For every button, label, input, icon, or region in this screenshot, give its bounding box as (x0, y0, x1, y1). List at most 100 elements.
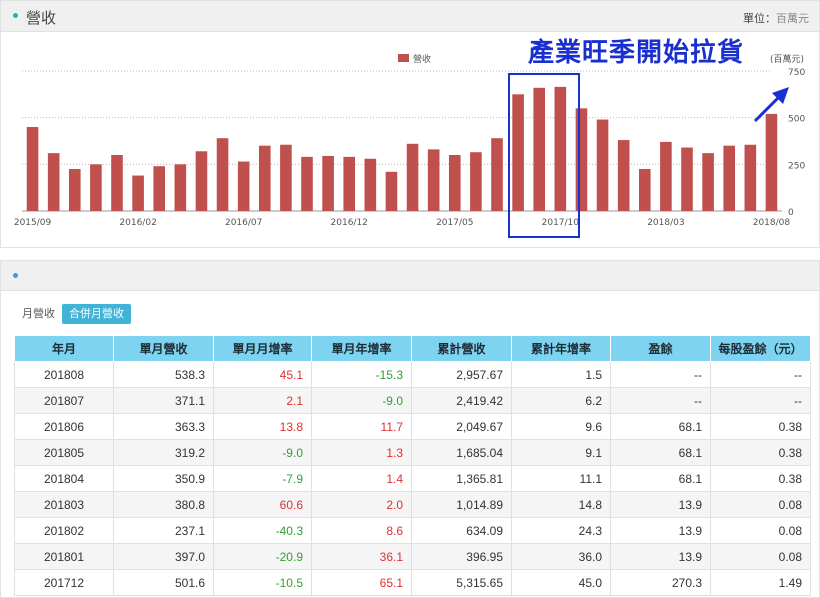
bar (765, 113, 778, 211)
table-row: 201712 501.6 -10.5 65.1 5,315.65 45.0 270.3 1.4… (14, 569, 811, 596)
bar (280, 144, 292, 211)
table-cell: 13.8 (213, 413, 312, 440)
table-cell: 201806 (14, 413, 114, 440)
bar (660, 141, 672, 211)
table-row: 201804 350.9 -7.9 1.4 1,365.81 11.1 68.1 0.38 (14, 465, 811, 492)
bar (322, 155, 334, 211)
bar (638, 169, 651, 211)
bar (448, 155, 461, 211)
table-cell: 201808 (14, 361, 114, 388)
bar (216, 138, 229, 211)
table-cell: 2,049.67 (411, 413, 512, 440)
annotation-text: 產業旺季開始拉貨 (528, 38, 745, 68)
table-cell: 397.0 (113, 543, 214, 570)
table-cell: 350.9 (113, 465, 214, 492)
table-cell: 9.1 (511, 439, 611, 466)
bar (491, 138, 503, 211)
bar (427, 149, 440, 211)
table-cell: -- (710, 387, 811, 414)
bar (301, 156, 313, 211)
bar (132, 175, 144, 211)
x-tick-label: 2017/10 (542, 218, 580, 228)
table-cell: 9.6 (511, 413, 611, 440)
table-cell: 13.9 (610, 491, 711, 518)
y-tick-label: 500 (788, 115, 805, 125)
table-cell: 0.08 (710, 491, 811, 518)
x-tick-label: 2018/08 (753, 218, 791, 228)
table-row: 201803 380.8 60.6 2.0 1,014.89 14.8 13.9 0.08 (14, 491, 811, 518)
table-cell: 2.1 (213, 387, 312, 414)
x-tick-label: 2017/05 (436, 218, 473, 228)
table-cell: 201805 (14, 439, 114, 466)
column-header[interactable]: 單月月增率 (213, 335, 312, 362)
table-cell: 45.0 (511, 569, 611, 596)
table-cell: 60.6 (213, 491, 312, 518)
table-cell: 396.95 (411, 543, 512, 570)
table-cell: 2,957.67 (411, 361, 512, 388)
list-panel-header (1, 261, 819, 291)
table-cell: 0.38 (710, 439, 811, 466)
bar (364, 158, 377, 211)
table-cell: 11.7 (311, 413, 412, 440)
bar (533, 87, 546, 211)
table-cell: 68.1 (610, 465, 711, 492)
bar (554, 86, 567, 211)
table-cell: -20.9 (213, 543, 312, 570)
table-cell: 24.3 (511, 517, 611, 544)
table-cell: 201803 (14, 491, 114, 518)
y-tick-label: 0 (788, 208, 794, 218)
bar (596, 119, 609, 211)
bar (90, 164, 102, 211)
table-cell: -- (710, 361, 811, 388)
x-tick-label: 2016/12 (331, 218, 368, 228)
column-header[interactable]: 單月年增率 (311, 335, 412, 362)
table-cell: 2.0 (311, 491, 412, 518)
column-header[interactable]: 盈餘 (610, 335, 711, 362)
table-cell: 538.3 (113, 361, 214, 388)
table-cell: -- (610, 387, 711, 414)
column-header[interactable]: 累計年增率 (511, 335, 611, 362)
table-cell: 1.49 (710, 569, 811, 596)
column-header[interactable]: 每股盈餘（元） (710, 335, 811, 362)
y-axis-label: (百萬元) (770, 53, 804, 65)
bar (174, 164, 187, 211)
bar (681, 147, 693, 211)
table-cell: -- (610, 361, 711, 388)
bullet-dot-icon (13, 273, 18, 278)
legend-label: 營收 (413, 53, 431, 65)
table-row: 201802 237.1 -40.3 8.6 634.09 24.3 13.9 0.08 (14, 517, 811, 544)
table-cell: 68.1 (610, 413, 711, 440)
bar (26, 127, 39, 211)
table-row: 201801 397.0 -20.9 36.1 396.95 36.0 13.9 0.08 (14, 543, 811, 570)
table-row: 201805 319.2 -9.0 1.3 1,685.04 9.1 68.1 0.38 (14, 439, 811, 466)
column-header[interactable]: 單月營收 (113, 335, 214, 362)
table-cell: 36.1 (311, 543, 412, 570)
table-cell: 0.38 (710, 465, 811, 492)
table-cell: 201802 (14, 517, 114, 544)
bar (153, 166, 166, 211)
table-cell: -40.3 (213, 517, 312, 544)
y-tick-label: 250 (788, 161, 805, 171)
bar (47, 153, 60, 211)
table-cell: 237.1 (113, 517, 214, 544)
bar (744, 144, 757, 211)
table-cell: 363.3 (113, 413, 214, 440)
table-cell: 201801 (14, 543, 114, 570)
table-cell: 201712 (14, 569, 114, 596)
table-cell: 36.0 (511, 543, 611, 570)
table-cell: 1.5 (511, 361, 611, 388)
column-header[interactable]: 累計營收 (411, 335, 512, 362)
tab-monthly-revenue[interactable]: 月營收 (22, 304, 55, 324)
table-cell: 68.1 (610, 439, 711, 466)
tab-consolidated-monthly-revenue[interactable]: 合併月營收 (62, 304, 131, 324)
bar (617, 140, 630, 211)
table-cell: -9.0 (213, 439, 312, 466)
x-tick-label: 2018/03 (647, 218, 684, 228)
x-tick-label: 2016/07 (225, 218, 262, 228)
bar (470, 152, 482, 211)
bar (343, 156, 356, 211)
x-tick-label: 2015/09 (14, 218, 52, 228)
column-header[interactable]: 年月 (14, 335, 114, 362)
table-cell: 8.6 (311, 517, 412, 544)
table-cell: 501.6 (113, 569, 214, 596)
